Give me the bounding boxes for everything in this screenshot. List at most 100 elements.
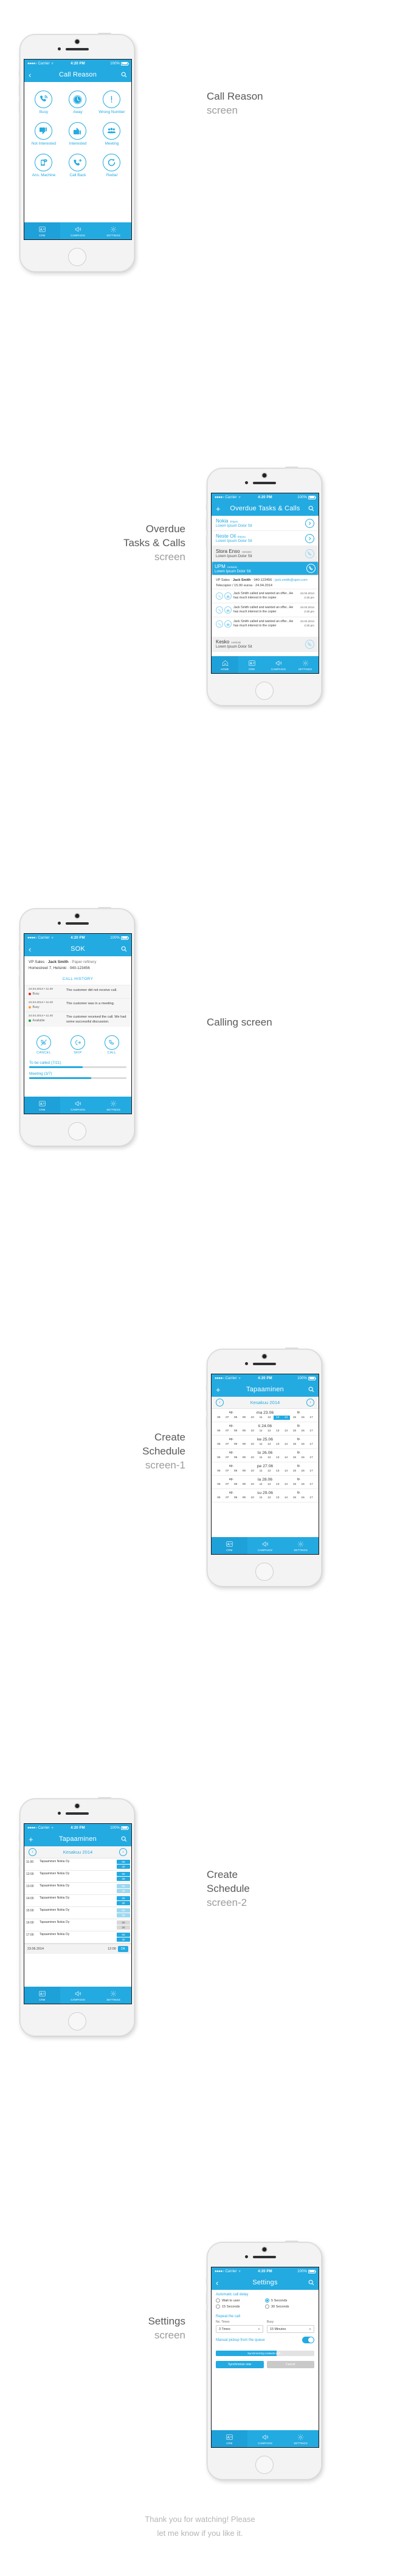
volume-down-button[interactable]	[206, 535, 207, 547]
power-button[interactable]	[285, 467, 298, 468]
tab-campaign[interactable]: CAMPAIGN	[247, 2430, 283, 2447]
search-icon[interactable]	[308, 505, 314, 512]
hour-cell[interactable]: 12	[265, 1442, 274, 1447]
hour-cell[interactable]: 14	[282, 1482, 291, 1487]
chevron-down-icon[interactable]: ▼	[309, 2328, 311, 2331]
select-busy[interactable]: 15 Minutes ▼	[267, 2325, 314, 2333]
mute-switch[interactable]	[19, 1834, 20, 1841]
hour-cell[interactable]: 13	[274, 1442, 282, 1447]
radio-icon[interactable]	[216, 2298, 220, 2303]
row-manual-pickup[interactable]: Manual pickup from the queue	[212, 2334, 319, 2346]
mute-switch[interactable]	[206, 504, 207, 511]
manual-pickup-toggle[interactable]	[302, 2337, 314, 2343]
day-row[interactable]: ap. ti 24.06 ip. 06 07 08 09 10 11 12 13 14 15 16 17	[212, 1422, 319, 1436]
hour-cell[interactable]: 06	[215, 1469, 223, 1473]
mute-switch[interactable]	[19, 944, 20, 951]
hour-cell[interactable]: 11	[257, 1442, 265, 1447]
hour-cell[interactable]: 15	[290, 1469, 298, 1473]
hour-cell[interactable]: 11	[257, 1482, 265, 1487]
hour-cell[interactable]: 13	[274, 1496, 282, 1500]
hour-cell-selected[interactable]: 14	[281, 1416, 291, 1420]
slot-chip[interactable]: 30	[117, 1913, 130, 1917]
hour-cell[interactable]: 16	[298, 1416, 307, 1420]
volume-up-button[interactable]	[206, 2292, 207, 2304]
hour-cell[interactable]: 13	[274, 1456, 282, 1460]
hour-cell[interactable]: 15	[290, 1456, 298, 1460]
list-item[interactable]: Neste Oil Espoo Lorem Ipsum Dolor Sit	[212, 531, 319, 546]
home-button[interactable]	[255, 1563, 274, 1581]
contact-email[interactable]: jack.smith@upm.com	[275, 578, 308, 582]
reason-call-back[interactable]: Call Back	[61, 154, 95, 177]
volume-up-button[interactable]	[19, 1849, 20, 1861]
action-skip[interactable]: SKIP	[71, 1035, 85, 1055]
tab-campaign[interactable]: CAMPAIGN	[265, 656, 292, 673]
note-row[interactable]: Jack Smith called and wanted an offer...…	[212, 617, 319, 631]
hour-cell[interactable]: 08	[232, 1442, 240, 1447]
hour-cell[interactable]: 06	[215, 1416, 223, 1420]
mute-switch[interactable]	[206, 2278, 207, 2285]
chevron-left-icon[interactable]: ‹	[216, 2279, 218, 2287]
tab-campaign[interactable]: CAMPAIGN	[60, 1987, 96, 2004]
slot-chip[interactable]: 00	[117, 1872, 130, 1876]
hour-cell[interactable]: 09	[240, 1496, 248, 1500]
hour-cell[interactable]: 09	[240, 1442, 248, 1447]
synchronize-now-button[interactable]: Synchronize now	[216, 2361, 264, 2368]
hour-cell[interactable]: 11	[257, 1416, 265, 1420]
hour-cell[interactable]: 16	[298, 1482, 307, 1487]
hour-cell[interactable]: 12	[265, 1482, 274, 1487]
history-row[interactable]: 24.04.2014 • 11:40 Available The custome…	[24, 1012, 131, 1027]
tab-crm[interactable]: CRM	[212, 1537, 247, 1554]
hour-cell[interactable]: 09	[240, 1416, 248, 1420]
power-button[interactable]	[98, 907, 111, 909]
hour-cell[interactable]: 07	[223, 1469, 232, 1473]
cancel-button[interactable]: Cancel	[266, 2361, 314, 2368]
hour-cell[interactable]: 17	[307, 1496, 316, 1500]
hour-cell[interactable]: 10	[248, 1469, 257, 1473]
hour-cell[interactable]: 08	[232, 1456, 240, 1460]
phone-icon[interactable]	[306, 564, 316, 573]
chevron-right-circle-icon[interactable]: ›	[119, 1848, 127, 1856]
list-item[interactable]: Stora Enso Helsinki Lorem Ipsum Dolor Sit	[212, 546, 319, 561]
hour-cell[interactable]: 15	[290, 1442, 298, 1447]
hour-cell[interactable]: 12	[265, 1496, 274, 1500]
hour-cell[interactable]: 10	[248, 1456, 257, 1460]
hour-cell[interactable]: 08	[232, 1496, 240, 1500]
hour-cell[interactable]: 17	[307, 1429, 316, 1433]
radio-icon[interactable]	[265, 2304, 269, 2309]
reason-wrong-number[interactable]: Wrong Number	[95, 91, 129, 114]
hour-cell[interactable]: 15	[290, 1482, 298, 1487]
day-row[interactable]: ap. ke 25.06 ip. 06 07 08 09 10 11 12 13 14 15 16 17	[212, 1436, 319, 1449]
schedule-row[interactable]: 15:00 Tapaaminen Nokia Oy 00 30	[24, 1907, 131, 1919]
radio-icon-selected[interactable]	[265, 2298, 269, 2303]
mute-switch[interactable]	[206, 1385, 207, 1392]
radio-15-seconds[interactable]: 15 Seconds	[216, 2304, 265, 2309]
hour-cell[interactable]: 07	[223, 1429, 232, 1433]
volume-up-button[interactable]	[206, 1399, 207, 1411]
hour-cell[interactable]: 06	[215, 1496, 223, 1500]
action-cancel[interactable]: CANCEL	[36, 1035, 51, 1055]
slot-chip[interactable]: 30	[117, 1937, 130, 1942]
hour-cell[interactable]: 09	[240, 1429, 248, 1433]
radio-icon[interactable]	[216, 2304, 220, 2309]
hour-cell[interactable]: 06	[215, 1456, 223, 1460]
power-button[interactable]	[285, 1348, 298, 1349]
chevron-right-circle-icon[interactable]: ›	[306, 1399, 314, 1406]
schedule-row[interactable]: 12:00 Tapaaminen Nokia Oy 00 30	[24, 1871, 131, 1883]
hour-cell[interactable]: 12	[265, 1456, 274, 1460]
day-row[interactable]: ap. to 26.06 ip. 06 07 08 09 10 11 12 13 14 15 16 17	[212, 1449, 319, 1462]
day-row[interactable]: ap. pe 27.06 ip. 06 07 08 09 10 11 12 13 14 15 16 17	[212, 1462, 319, 1476]
slot-chip[interactable]: 30	[117, 1889, 130, 1893]
hour-cell[interactable]: 07	[223, 1496, 232, 1500]
volume-up-button[interactable]	[19, 84, 20, 97]
hour-cell[interactable]: 09	[240, 1469, 248, 1473]
note-row[interactable]: Jack Smith called and wanted an offer...…	[212, 589, 319, 603]
history-row[interactable]: 24.04.2014 • 11:40 Busy The customer was…	[24, 998, 131, 1012]
volume-down-button[interactable]	[206, 1416, 207, 1428]
hour-cell[interactable]: 14	[282, 1429, 291, 1433]
volume-up-button[interactable]	[19, 959, 20, 971]
chevron-down-icon[interactable]: ▼	[258, 2328, 260, 2331]
home-button[interactable]	[68, 2012, 86, 2030]
schedule-row[interactable]: 17:00 Tapaaminen Nokia Oy 00 30	[24, 1931, 131, 1944]
slot-chip[interactable]: 00	[117, 1896, 130, 1900]
schedule-row[interactable]: 11:00 Tapaaminen Nokia Oy 00 30	[24, 1858, 131, 1871]
